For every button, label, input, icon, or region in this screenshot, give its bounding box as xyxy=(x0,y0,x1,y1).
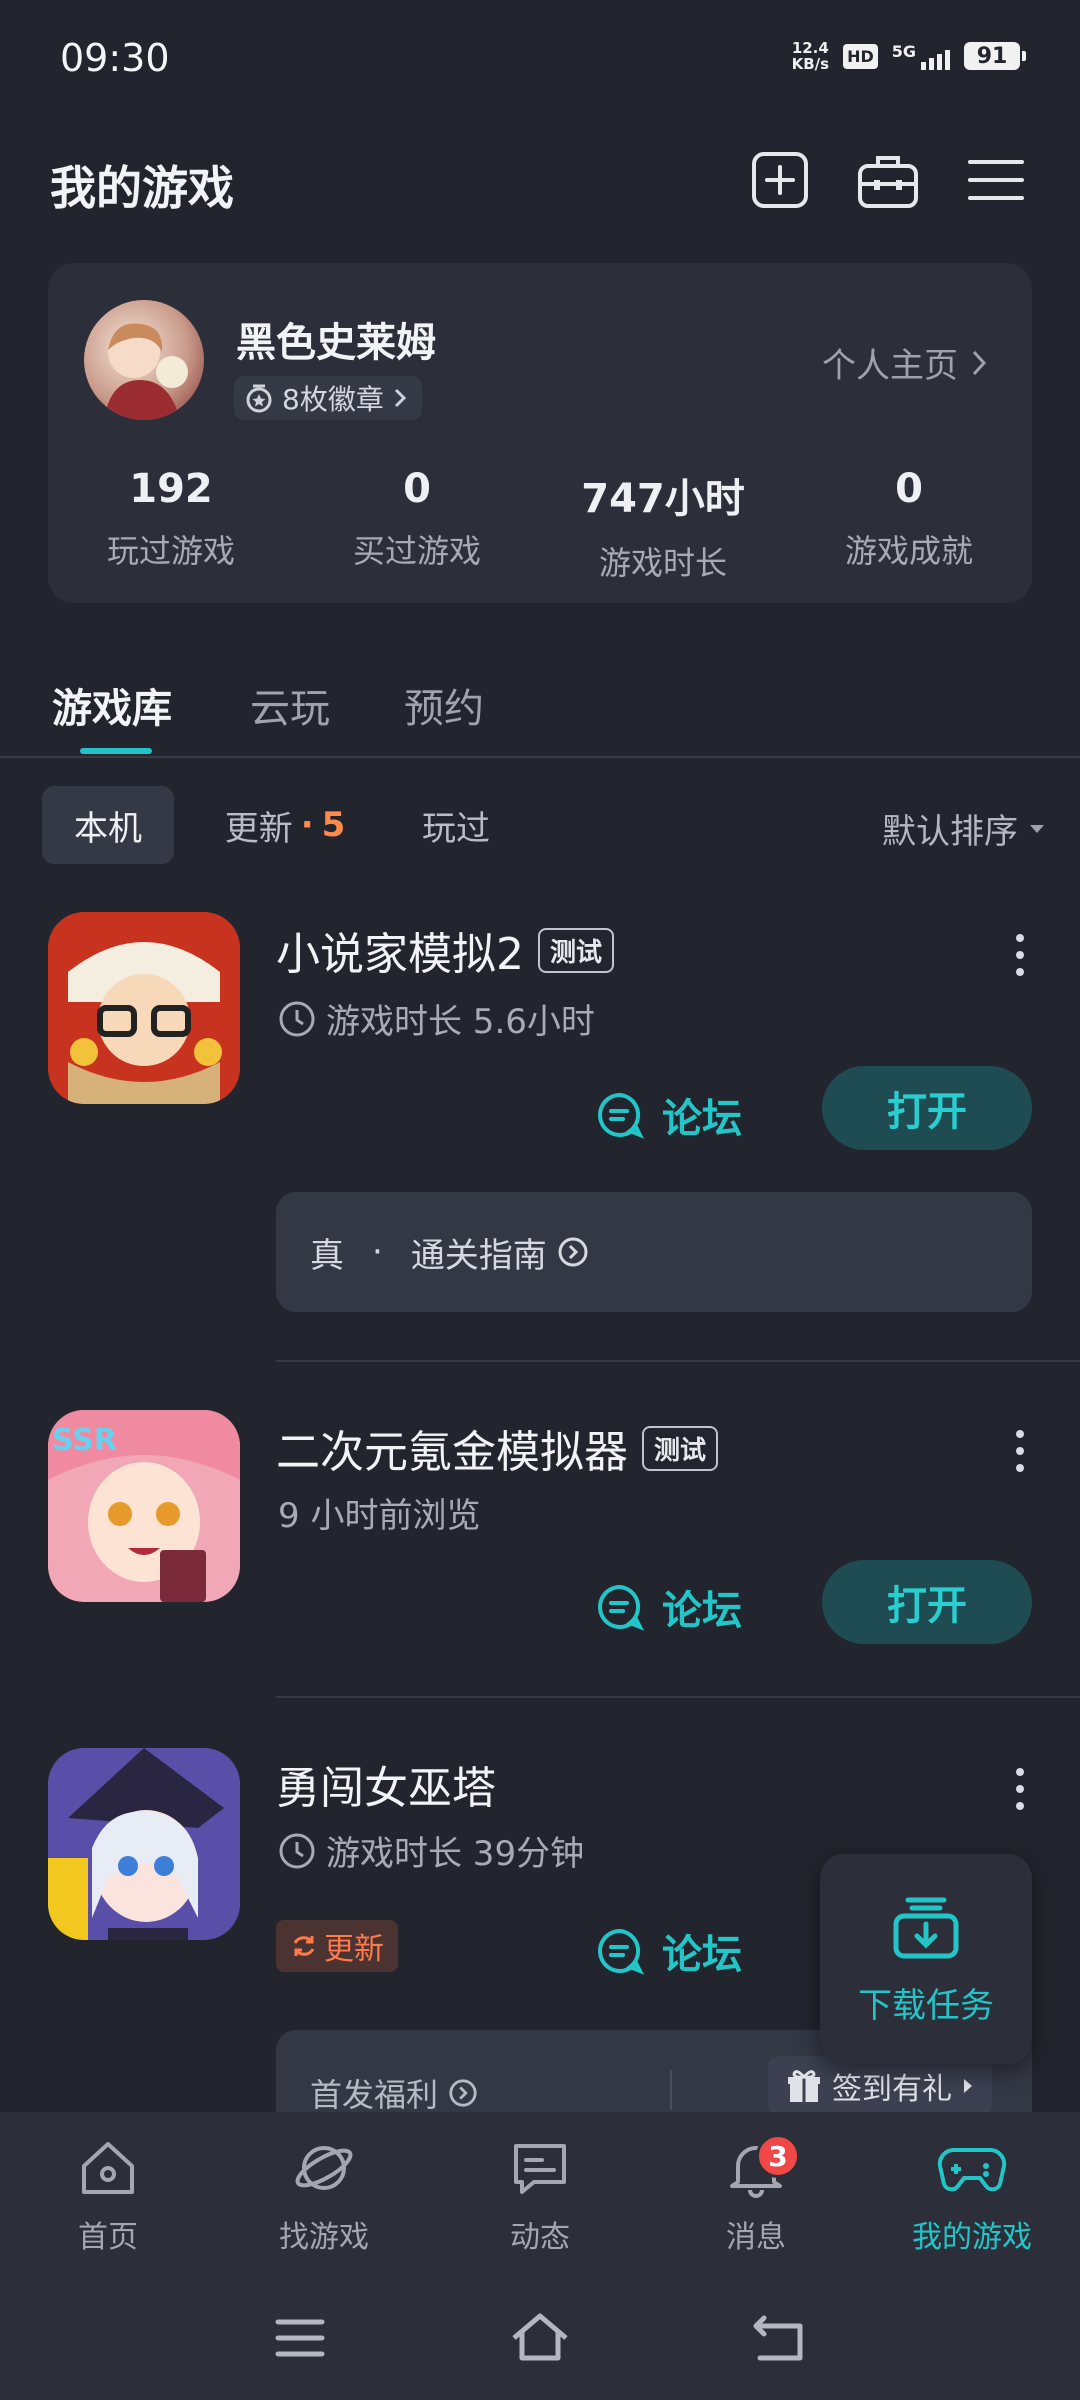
tab-divider xyxy=(0,756,1080,758)
forum-button[interactable]: 论坛 xyxy=(596,1578,742,1636)
planet-icon xyxy=(295,2146,353,2190)
arrow-circle-icon xyxy=(449,2079,477,2107)
gift-icon xyxy=(788,2070,820,2102)
more-options-icon[interactable] xyxy=(1014,1430,1026,1472)
tab-indicator xyxy=(80,748,152,754)
stat-playtime[interactable]: 747小时 游戏时长 xyxy=(540,466,786,584)
forum-icon xyxy=(598,1928,644,1975)
download-tray-icon xyxy=(893,1897,959,1958)
nav-feed[interactable]: 动态 xyxy=(432,2136,648,2256)
forum-icon xyxy=(598,1584,644,1631)
hd-icon: HD xyxy=(843,43,878,69)
guide-link[interactable]: 真 · 通关指南 xyxy=(276,1192,1032,1312)
svg-text:SSR: SSR xyxy=(52,1423,117,1458)
game-icon-witch-tower[interactable] xyxy=(48,1748,240,1940)
clock-icon xyxy=(279,1001,315,1036)
toolbox-icon[interactable] xyxy=(856,148,920,212)
refresh-icon xyxy=(293,1936,315,1956)
checkin-button[interactable]: 签到有礼 xyxy=(768,2056,992,2116)
battery-icon: 91 xyxy=(964,42,1026,70)
badges-button[interactable]: 8枚徽章 xyxy=(234,376,422,420)
chevron-right-icon xyxy=(972,350,987,375)
menu-icon[interactable] xyxy=(964,148,1028,212)
sort-dropdown[interactable]: 默认排序 xyxy=(882,804,1046,853)
arrow-circle-icon xyxy=(558,1237,588,1267)
forum-icon xyxy=(598,1092,644,1139)
welfare-divider xyxy=(670,2070,672,2110)
nav-my-games[interactable]: 我的游戏 xyxy=(864,2136,1080,2256)
triangle-right-icon xyxy=(964,2079,972,2093)
triangle-down-icon xyxy=(1030,824,1044,833)
stat-achievements[interactable]: 0 游戏成就 xyxy=(786,466,1032,572)
home-icon xyxy=(82,2142,134,2194)
notification-badge: 3 xyxy=(756,2134,800,2178)
download-task-button[interactable]: 下载任务 xyxy=(820,1854,1032,2064)
update-tag: 更新 xyxy=(276,1920,398,1972)
username: 黑色史莱姆 xyxy=(236,320,436,366)
homepage-link[interactable]: 个人主页 xyxy=(822,338,988,387)
game-title[interactable]: 二次元氪金模拟器 xyxy=(276,1416,628,1480)
nav-discover[interactable]: 找游戏 xyxy=(216,2136,432,2256)
game-title-row: 二次元氪金模拟器 测试 xyxy=(276,1416,719,1480)
status-time: 09:30 xyxy=(60,36,170,80)
tab-cloud-play[interactable]: 云玩 xyxy=(250,676,330,734)
game-meta: 游戏时长 5.6小时 xyxy=(278,994,595,1043)
welfare-link[interactable]: 首发福利 xyxy=(310,2070,478,2116)
chevron-right-icon xyxy=(394,388,406,408)
item-divider xyxy=(276,1696,1080,1698)
add-square-icon[interactable] xyxy=(748,148,812,212)
stat-bought[interactable]: 0 买过游戏 xyxy=(294,466,540,572)
more-options-icon[interactable] xyxy=(1014,1768,1026,1810)
tab-library[interactable]: 游戏库 xyxy=(52,676,172,734)
page-title: 我的游戏 xyxy=(50,161,234,215)
medal-icon xyxy=(246,384,272,413)
game-meta: 9 小时前浏览 xyxy=(278,1496,481,1536)
filter-local[interactable]: 本机 xyxy=(42,786,174,864)
test-tag: 测试 xyxy=(538,927,615,973)
status-icons: 12.4 KB/s HD 5G 91 xyxy=(791,39,1026,73)
game-meta: 游戏时长 39分钟 xyxy=(278,1826,584,1875)
test-tag: 测试 xyxy=(642,1425,719,1471)
signal-icon: 5G xyxy=(892,42,950,70)
stat-played[interactable]: 192 玩过游戏 xyxy=(48,466,294,572)
forum-button[interactable]: 论坛 xyxy=(596,1086,742,1144)
home-key[interactable] xyxy=(510,2310,570,2366)
open-button[interactable]: 打开 xyxy=(822,1560,1032,1644)
game-title-row: 勇闯女巫塔 xyxy=(276,1752,496,1816)
update-count: 5 xyxy=(321,805,346,845)
avatar[interactable] xyxy=(84,300,204,420)
filter-update[interactable]: 更新 · 5 xyxy=(200,786,370,864)
game-title[interactable]: 勇闯女巫塔 xyxy=(276,1752,496,1816)
filter-played[interactable]: 玩过 xyxy=(396,786,516,864)
badges-label: 8枚徽章 xyxy=(282,383,384,416)
message-icon xyxy=(514,2144,566,2194)
game-icon-novelist[interactable] xyxy=(48,912,240,1104)
recent-apps-key[interactable] xyxy=(270,2310,330,2366)
item-divider xyxy=(276,1360,1080,1362)
clock-icon xyxy=(279,1833,315,1868)
game-title-row: 小说家模拟2 测试 xyxy=(276,918,615,982)
forum-button[interactable]: 论坛 xyxy=(596,1922,742,1980)
game-icon-gacha-sim[interactable]: SSR xyxy=(48,1410,240,1602)
more-options-icon[interactable] xyxy=(1014,934,1026,976)
gamepad-icon xyxy=(937,2147,1007,2192)
back-key[interactable] xyxy=(750,2310,810,2366)
game-title[interactable]: 小说家模拟2 xyxy=(276,918,524,982)
net-speed: 12.4 KB/s xyxy=(791,39,830,73)
nav-home[interactable]: 首页 xyxy=(0,2136,216,2256)
tab-reservations[interactable]: 预约 xyxy=(404,676,484,734)
open-button[interactable]: 打开 xyxy=(822,1066,1032,1150)
